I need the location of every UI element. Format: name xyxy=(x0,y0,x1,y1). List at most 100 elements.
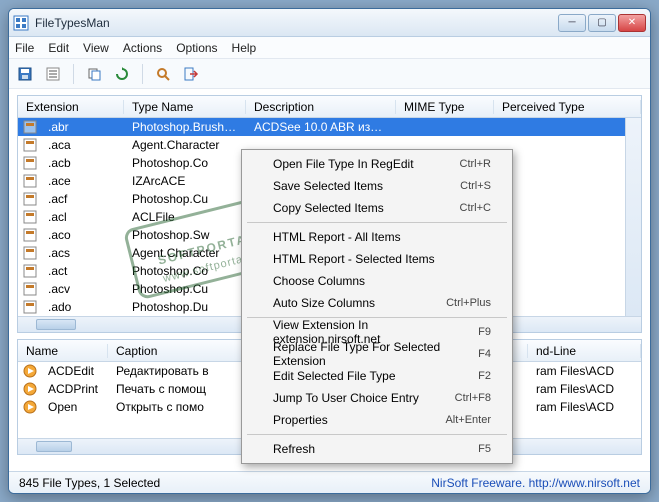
cell-extension: .aco xyxy=(40,228,124,242)
menubar: File Edit View Actions Options Help xyxy=(9,37,650,59)
menu-item-shortcut: Ctrl+S xyxy=(460,180,491,192)
col-perceived[interactable]: Perceived Type xyxy=(494,100,641,114)
menu-item[interactable]: Save Selected Items Ctrl+S xyxy=(245,175,509,197)
menu-item-label: Choose Columns xyxy=(273,274,365,288)
menu-item[interactable]: Edit Selected File Type F2 xyxy=(245,365,509,387)
minimize-button[interactable]: ─ xyxy=(558,14,586,32)
properties-icon[interactable] xyxy=(43,64,63,84)
menu-item[interactable]: Auto Size ColumnsCtrl+Plus xyxy=(245,292,509,314)
toolbar-separator xyxy=(142,64,143,84)
menu-item[interactable]: Replace File Type For Selected Extension… xyxy=(245,343,509,365)
action-icon xyxy=(22,399,38,415)
maximize-button[interactable]: ▢ xyxy=(588,14,616,32)
toolbar xyxy=(9,59,650,89)
cell-typename: Photoshop.BrushesF xyxy=(124,120,246,134)
statusbar: 845 File Types, 1 Selected NirSoft Freew… xyxy=(9,471,650,493)
cell-name: ACDEdit xyxy=(40,364,108,378)
menu-item-label: HTML Report - All Items xyxy=(273,230,401,244)
cell-extension: .aca xyxy=(40,138,124,152)
menu-item[interactable]: Copy Selected Items Ctrl+C xyxy=(245,197,509,219)
window-controls: ─ ▢ ✕ xyxy=(558,14,646,32)
col-extension[interactable]: Extension xyxy=(18,100,124,114)
save-icon[interactable] xyxy=(15,64,35,84)
menu-item-label: Open File Type In RegEdit xyxy=(273,157,414,171)
refresh-icon[interactable] xyxy=(112,64,132,84)
cell-typename: ACLFile xyxy=(124,210,246,224)
cell-typename: Agent.Character xyxy=(124,246,246,260)
filetype-icon xyxy=(22,137,38,153)
menu-item-label: Save Selected Items xyxy=(273,179,383,193)
menu-item-label: Properties xyxy=(273,413,328,427)
menu-item-label: Copy Selected Items xyxy=(273,201,384,215)
copy-icon[interactable] xyxy=(84,64,104,84)
cell-cmdline: ram Files\ACD xyxy=(528,364,641,378)
scrollbar-thumb[interactable] xyxy=(36,319,76,330)
filetype-icon xyxy=(22,173,38,189)
cell-extension: .acv xyxy=(40,282,124,296)
menu-item-shortcut: F4 xyxy=(478,348,491,360)
menu-edit[interactable]: Edit xyxy=(48,41,69,55)
cell-name: ACDPrint xyxy=(40,382,108,396)
menu-help[interactable]: Help xyxy=(232,41,257,55)
extensions-header: Extension Type Name Description MIME Typ… xyxy=(18,96,641,118)
cell-extension: .acf xyxy=(40,192,124,206)
menu-item-shortcut: F2 xyxy=(478,370,491,382)
find-icon[interactable] xyxy=(153,64,173,84)
close-button[interactable]: ✕ xyxy=(618,14,646,32)
menu-actions[interactable]: Actions xyxy=(123,41,162,55)
menu-options[interactable]: Options xyxy=(176,41,217,55)
menu-item-shortcut: Alt+Enter xyxy=(445,414,491,426)
cell-cmdline: ram Files\ACD xyxy=(528,382,641,396)
cell-typename: Photoshop.Sw xyxy=(124,228,246,242)
col-mime[interactable]: MIME Type xyxy=(396,100,494,114)
scrollbar-thumb[interactable] xyxy=(36,441,72,452)
menu-item[interactable]: Choose Columns xyxy=(245,270,509,292)
titlebar[interactable]: FileTypesMan ─ ▢ ✕ xyxy=(9,9,650,37)
col-description[interactable]: Description xyxy=(246,100,396,114)
menu-file[interactable]: File xyxy=(15,41,34,55)
filetype-icon xyxy=(22,245,38,261)
cell-typename: IZArcACE xyxy=(124,174,246,188)
col-name[interactable]: Name xyxy=(18,344,108,358)
menu-item-shortcut: F5 xyxy=(478,443,491,455)
vertical-scrollbar[interactable] xyxy=(625,118,641,316)
menu-item-label: Jump To User Choice Entry xyxy=(273,391,419,405)
window-title: FileTypesMan xyxy=(35,16,558,30)
menu-item-label: Refresh xyxy=(273,442,315,456)
cell-typename: Photoshop.Du xyxy=(124,300,246,314)
filetype-icon xyxy=(22,191,38,207)
cell-typename: Agent.Character xyxy=(124,138,246,152)
menu-item-label: Edit Selected File Type xyxy=(273,369,396,383)
menu-item-shortcut: Ctrl+C xyxy=(460,202,491,214)
col-typename[interactable]: Type Name xyxy=(124,100,246,114)
status-link[interactable]: NirSoft Freeware. http://www.nirsoft.net xyxy=(431,476,640,490)
menu-item[interactable]: Refresh F5 xyxy=(245,438,509,460)
filetype-icon xyxy=(22,209,38,225)
exit-icon[interactable] xyxy=(181,64,201,84)
menu-item[interactable]: HTML Report - Selected Items xyxy=(245,248,509,270)
menu-item[interactable]: Jump To User Choice EntryCtrl+F8 xyxy=(245,387,509,409)
cell-extension: .acs xyxy=(40,246,124,260)
action-icon xyxy=(22,381,38,397)
filetype-icon xyxy=(22,281,38,297)
cell-extension: .act xyxy=(40,264,124,278)
cell-typename: Photoshop.Cu xyxy=(124,282,246,296)
app-icon xyxy=(13,15,29,31)
menu-item[interactable]: HTML Report - All Items xyxy=(245,226,509,248)
table-row[interactable]: .abrPhotoshop.BrushesFACDSee 10.0 ABR из… xyxy=(18,118,641,136)
status-left: 845 File Types, 1 Selected xyxy=(19,476,160,490)
filetype-icon xyxy=(22,119,38,135)
context-menu: Open File Type In RegEditCtrl+RSave Sele… xyxy=(241,149,513,464)
cell-extension: .abr xyxy=(40,120,124,134)
menu-item-label: Replace File Type For Selected Extension xyxy=(273,340,478,368)
menu-view[interactable]: View xyxy=(83,41,109,55)
filetype-icon xyxy=(22,155,38,171)
menu-item[interactable]: Properties Alt+Enter xyxy=(245,409,509,431)
action-icon xyxy=(22,363,38,379)
menu-item-shortcut: F9 xyxy=(478,326,491,338)
cell-typename: Photoshop.Cu xyxy=(124,192,246,206)
filetype-icon xyxy=(22,299,38,315)
col-cmdline[interactable]: nd-Line xyxy=(528,344,641,358)
menu-item-shortcut: Ctrl+Plus xyxy=(446,297,491,309)
menu-item[interactable]: Open File Type In RegEditCtrl+R xyxy=(245,153,509,175)
